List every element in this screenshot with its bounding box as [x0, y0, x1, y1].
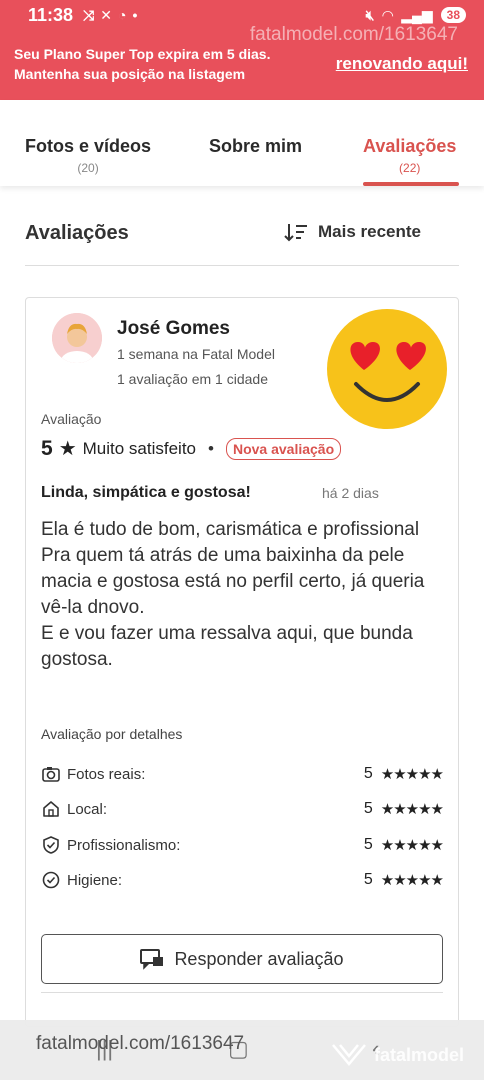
reply-chat-icon — [140, 949, 164, 970]
details-label: Avaliação por detalhes — [41, 726, 183, 742]
fatalmodel-logo-icon — [332, 1044, 366, 1066]
reviewer-name: José Gomes — [117, 318, 230, 339]
mute-icon: 🔇︎ — [365, 6, 375, 23]
detail-label: Fotos reais: — [67, 765, 146, 783]
detail-stars: ★★★★★ — [380, 766, 444, 783]
detail-score: 5 — [363, 836, 373, 853]
tab-label: Sobre mim — [209, 136, 303, 156]
profile-tabs: Fotos e vídeos (20) Sobre mim Avaliações… — [0, 100, 484, 186]
heart-eyes-emoji-icon — [327, 309, 447, 429]
avatar — [52, 313, 102, 363]
reply-button-label: Responder avaliação — [174, 948, 344, 969]
rating-value: 5 — [41, 436, 53, 460]
renew-link[interactable]: renovando aqui! — [336, 54, 468, 74]
reviewer-stats: 1 avaliação em 1 cidade — [117, 371, 268, 387]
reviewer-membership: 1 semana na Fatal Model — [117, 346, 275, 362]
detail-score: 5 — [363, 800, 373, 817]
battery-icon: 38 — [440, 7, 466, 23]
whatsapp-icon: ◔ — [117, 6, 127, 23]
detail-row-professionalism: Profissionalismo: 5 ★★★★★ — [41, 832, 444, 858]
rating-label: Avaliação — [41, 411, 102, 427]
rating-text: Muito satisfeito — [82, 438, 197, 458]
sort-label: Mais recente — [318, 222, 421, 241]
x-app-icon: ✕ — [100, 6, 112, 23]
review-body: Ela é tudo de bom, carismática e profiss… — [41, 519, 425, 670]
detail-stars: ★★★★★ — [380, 872, 444, 889]
rating-summary: 5 ★ Muito satisfeito • Nova avaliação — [41, 436, 342, 461]
detail-score: 5 — [363, 765, 373, 782]
camera-check-icon — [42, 767, 60, 782]
watermark-text: fatalmodel.com/1613647 — [249, 24, 458, 45]
reply-review-button[interactable]: Responder avaliação — [41, 934, 443, 984]
tab-label: Avaliações — [363, 136, 457, 156]
star-icon: ★ — [58, 438, 77, 460]
review-card: José Gomes 1 semana na Fatal Model 1 ava… — [25, 297, 459, 1027]
review-time: há 2 dias — [322, 485, 379, 501]
shield-check-icon — [43, 836, 59, 854]
separator-dot: • — [208, 438, 214, 458]
circle-check-icon — [42, 871, 60, 889]
detail-label: Higiene: — [67, 871, 123, 889]
tab-label: Fotos e vídeos — [25, 136, 152, 156]
new-review-badge: Nova avaliação — [225, 437, 342, 460]
detail-score: 5 — [363, 871, 373, 888]
reviews-header: Avaliações Mais recente — [25, 222, 459, 266]
detail-row-real-photos: Fotos reais: 5 ★★★★★ — [41, 761, 444, 787]
brand-name: fatalmodel — [374, 1044, 465, 1065]
clock: 11:38 — [28, 4, 74, 25]
signal-icon: ▂▄▆ — [401, 6, 433, 23]
detail-row-hygiene: Higiene: 5 ★★★★★ — [41, 867, 444, 893]
home-icon — [43, 801, 59, 817]
dot-icon: • — [132, 6, 138, 23]
detail-stars: ★★★★★ — [380, 837, 444, 854]
section-title: Avaliações — [25, 222, 129, 244]
sort-dropdown[interactable]: Mais recente — [284, 222, 459, 242]
missed-call-icon: ⤨ — [83, 6, 95, 23]
wifi-icon: ◠ — [382, 6, 394, 23]
detail-stars: ★★★★★ — [380, 801, 444, 818]
watermark-text: fatalmodel.com/1613647 — [36, 1033, 245, 1054]
tab-count: (20) — [77, 161, 99, 175]
sort-icon — [284, 224, 307, 242]
tab-reviews[interactable]: Avaliações (22) — [363, 136, 456, 175]
tab-photos-videos[interactable]: Fotos e vídeos (20) — [25, 136, 151, 175]
notification-icons: ⤨ ✕ ◔ • — [83, 7, 137, 24]
detail-label: Profissionalismo: — [67, 836, 181, 854]
tab-about-me[interactable]: Sobre mim — [209, 136, 302, 161]
review-title: Linda, simpática e gostosa! — [41, 484, 251, 501]
active-tab-indicator — [363, 182, 459, 186]
plan-expiry-banner: Seu Plano Super Top expira em 5 dias. Ma… — [0, 24, 484, 100]
detail-row-location: Local: 5 ★★★★★ — [41, 796, 444, 822]
divider — [41, 992, 443, 993]
detail-label: Local: — [67, 800, 108, 818]
tab-count: (22) — [399, 161, 421, 175]
brand-watermark: fatalmodel — [330, 1042, 464, 1068]
